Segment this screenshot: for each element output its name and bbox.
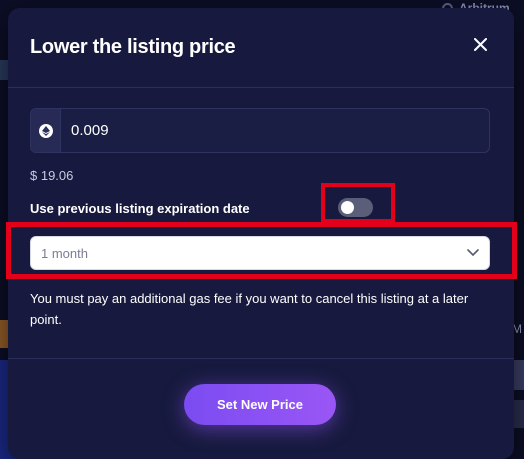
modal-header: Lower the listing price	[8, 8, 514, 88]
ethereum-icon	[38, 123, 53, 138]
set-new-price-button[interactable]: Set New Price	[184, 384, 336, 425]
toggle-knob	[341, 201, 354, 214]
modal-title: Lower the listing price	[30, 36, 236, 58]
gas-fee-note: You must pay an additional gas fee if yo…	[30, 291, 469, 327]
expiration-toggle-label: Use previous listing expiration date	[30, 201, 250, 216]
currency-badge	[31, 109, 61, 152]
close-button[interactable]	[470, 34, 490, 54]
usd-value: $ 19.06	[30, 168, 74, 183]
close-icon	[473, 37, 487, 51]
duration-select[interactable]: 1 month	[30, 236, 490, 270]
chevron-down-icon	[467, 249, 479, 257]
expiration-toggle[interactable]	[338, 198, 373, 217]
modal-footer: Set New Price	[8, 358, 514, 459]
price-field	[30, 108, 490, 153]
price-input[interactable]	[61, 109, 489, 152]
lower-price-modal: Lower the listing price $ 19.06 Use prev…	[6, 8, 517, 459]
duration-select-value: 1 month	[41, 245, 88, 261]
